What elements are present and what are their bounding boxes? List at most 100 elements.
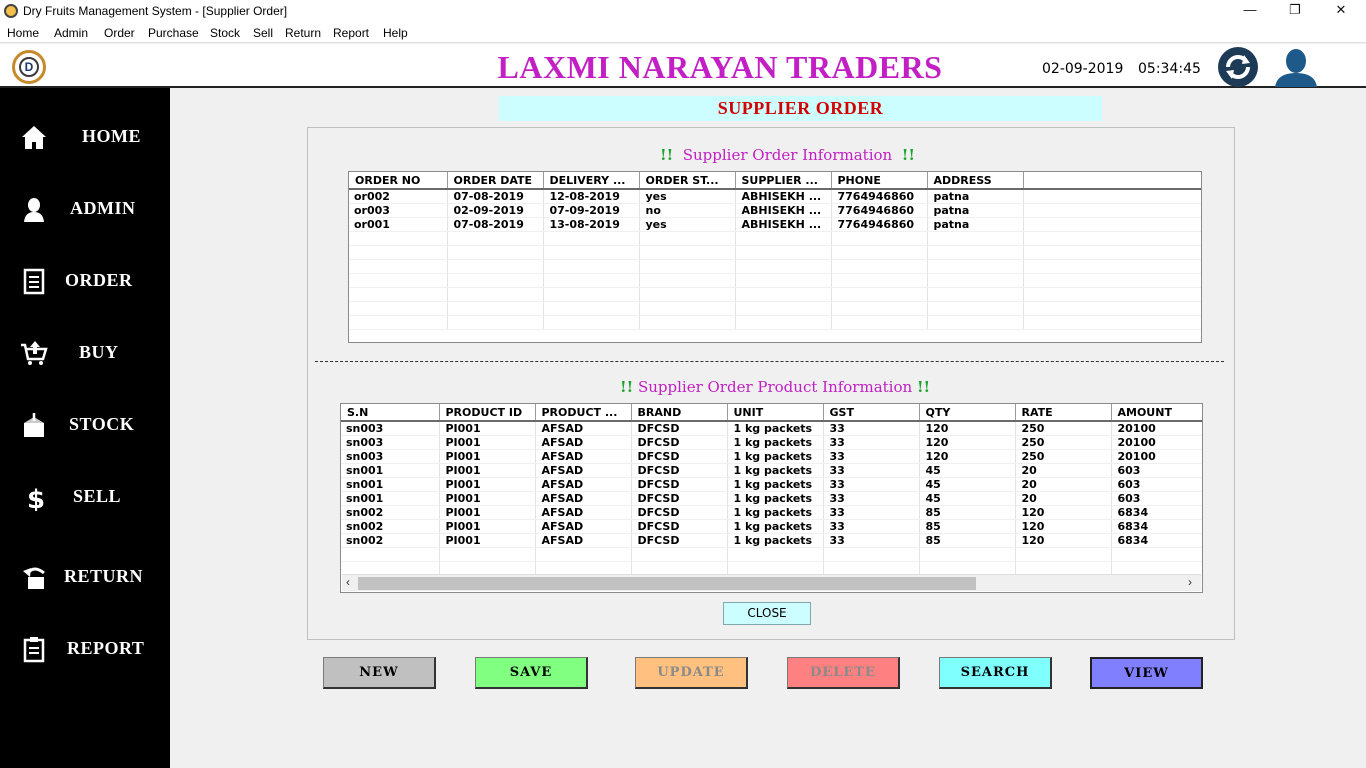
order-col-header[interactable]: ORDER DATE — [447, 172, 544, 190]
product-col-header[interactable]: RATE — [1015, 404, 1112, 422]
sidebar-item-buy[interactable]: BUY — [0, 333, 170, 373]
product-col-header[interactable]: QTY — [919, 404, 1016, 422]
product-col-header[interactable]: PRODUCT ID — [439, 404, 536, 422]
table-row[interactable]: sn001 PI001 AFSAD DFCSD 1 kg packets 33 45 20 60… — [341, 477, 1202, 492]
empty-cell — [1015, 547, 1112, 562]
menu-return[interactable]: Return — [285, 26, 321, 40]
user-profile-icon[interactable] — [1273, 47, 1319, 87]
table-row[interactable]: or002 07-08-2019 12-08-2019 yes ABHISEKH ...… — [349, 189, 1201, 204]
empty-row — [349, 273, 1201, 288]
menu-report[interactable]: Report — [333, 26, 369, 40]
order-col-header[interactable]: PHONE — [831, 172, 928, 190]
minimize-button[interactable]: — — [1238, 2, 1262, 20]
sidebar-label-return: RETURN — [64, 566, 144, 586]
table-cell: 1 kg packets — [727, 533, 824, 548]
refresh-icon[interactable] — [1218, 47, 1258, 87]
empty-cell — [927, 273, 1024, 288]
view-button[interactable]: VIEW — [1090, 657, 1203, 689]
table-row[interactable]: sn003 PI001 AFSAD DFCSD 1 kg packets 33 120 250… — [341, 435, 1202, 450]
order-col-header[interactable]: ADDRESS — [927, 172, 1024, 190]
empty-cell — [639, 301, 736, 316]
sidebar-item-report[interactable]: REPORT — [0, 629, 170, 669]
new-button[interactable]: NEW — [323, 657, 436, 689]
product-col-header[interactable]: S.N — [341, 404, 440, 422]
product-col-header[interactable]: UNIT — [727, 404, 824, 422]
close-button[interactable]: CLOSE — [723, 602, 811, 625]
delete-button[interactable]: DELETE — [787, 657, 900, 689]
product-col-header[interactable]: BRAND — [631, 404, 728, 422]
table-cell: or002 — [349, 189, 448, 204]
return-icon — [23, 567, 45, 589]
order-col-header[interactable]: DELIVERY ... — [543, 172, 640, 190]
table-cell: sn002 — [341, 533, 440, 548]
empty-cell — [341, 547, 440, 562]
table-cell: 250 — [1015, 421, 1112, 436]
menu-home[interactable]: Home — [7, 26, 39, 40]
sidebar-item-admin[interactable]: ADMIN — [0, 189, 170, 229]
svg-text:$: $ — [27, 485, 45, 511]
scroll-right-arrow[interactable]: › — [1188, 575, 1192, 589]
menu-purchase[interactable]: Purchase — [148, 26, 199, 40]
empty-cell — [1023, 287, 1201, 302]
order-col-header[interactable]: SUPPLIER ... — [735, 172, 832, 190]
scroll-left-arrow[interactable]: ‹ — [346, 575, 350, 589]
empty-cell — [543, 301, 640, 316]
home-icon — [22, 126, 46, 149]
order-col-header[interactable]: ORDER ST... — [639, 172, 736, 190]
menu-stock[interactable]: Stock — [210, 26, 240, 40]
table-row[interactable]: sn003 PI001 AFSAD DFCSD 1 kg packets 33 120 250… — [341, 449, 1202, 464]
menu-help[interactable]: Help — [383, 26, 408, 40]
menu-admin[interactable]: Admin — [54, 26, 88, 40]
empty-cell — [1023, 245, 1201, 260]
table-cell: 33 — [823, 463, 920, 478]
sidebar-label-buy: BUY — [79, 342, 119, 362]
table-row[interactable]: sn002 PI001 AFSAD DFCSD 1 kg packets 33 85 120 6… — [341, 533, 1202, 548]
sidebar-item-sell[interactable]: $ SELL — [0, 477, 170, 517]
product-col-header[interactable]: AMOUNT — [1111, 404, 1202, 422]
table-cell-filler — [1023, 217, 1201, 232]
sidebar-item-return[interactable]: RETURN — [0, 557, 170, 597]
table-cell: or001 — [349, 217, 448, 232]
sidebar-item-order[interactable]: ORDER — [0, 261, 170, 301]
search-button[interactable]: SEARCH — [939, 657, 1052, 689]
empty-cell — [1023, 259, 1201, 274]
table-cell: 250 — [1015, 435, 1112, 450]
table-cell: patna — [927, 189, 1024, 204]
sidebar-item-home[interactable]: HOME — [0, 117, 170, 157]
table-cell: 120 — [1015, 519, 1112, 534]
table-cell: 120 — [919, 421, 1016, 436]
maximize-button[interactable]: ❐ — [1283, 2, 1307, 20]
order-title-text: Supplier Order Information — [682, 146, 893, 164]
close-window-button[interactable]: ✕ — [1329, 2, 1353, 20]
table-row[interactable]: sn001 PI001 AFSAD DFCSD 1 kg packets 33 45 20 60… — [341, 463, 1202, 478]
table-cell: 1 kg packets — [727, 519, 824, 534]
table-row[interactable]: sn002 PI001 AFSAD DFCSD 1 kg packets 33 85 120 6… — [341, 505, 1202, 520]
table-row[interactable]: or001 07-08-2019 13-08-2019 yes ABHISEKH ...… — [349, 217, 1201, 232]
product-table-scrollbar[interactable]: ‹ › — [342, 574, 1201, 591]
table-cell: DFCSD — [631, 435, 728, 450]
table-cell: DFCSD — [631, 519, 728, 534]
table-cell: 07-08-2019 — [447, 217, 544, 232]
table-cell: DFCSD — [631, 449, 728, 464]
order-table[interactable]: ORDER NO ORDER DATE DELIVERY ... ORDER ST..… — [348, 171, 1202, 343]
product-col-header[interactable]: PRODUCT ... — [535, 404, 632, 422]
table-cell: AFSAD — [535, 421, 632, 436]
order-col-header[interactable]: ORDER NO — [349, 172, 448, 190]
empty-cell — [831, 245, 928, 260]
table-cell: 33 — [823, 491, 920, 506]
save-button[interactable]: SAVE — [475, 657, 588, 689]
table-cell: 6834 — [1111, 533, 1202, 548]
table-row[interactable]: sn003 PI001 AFSAD DFCSD 1 kg packets 33 120 250… — [341, 421, 1202, 436]
menu-sell[interactable]: Sell — [253, 26, 273, 40]
table-row[interactable]: sn001 PI001 AFSAD DFCSD 1 kg packets 33 45 20 60… — [341, 491, 1202, 506]
sidebar-item-stock[interactable]: STOCK — [0, 405, 170, 445]
empty-cell — [735, 315, 832, 330]
scroll-thumb[interactable] — [358, 577, 976, 590]
update-button[interactable]: UPDATE — [635, 657, 748, 689]
table-row[interactable]: or003 02-09-2019 07-09-2019 no ABHISEKH ... 7… — [349, 203, 1201, 218]
user-icon — [24, 198, 44, 222]
table-row[interactable]: sn002 PI001 AFSAD DFCSD 1 kg packets 33 85 120 6… — [341, 519, 1202, 534]
product-col-header[interactable]: GST — [823, 404, 920, 422]
product-table[interactable]: S.N PRODUCT ID PRODUCT ... BRAND UNIT GST QTY R… — [340, 403, 1203, 593]
menu-order[interactable]: Order — [104, 26, 135, 40]
